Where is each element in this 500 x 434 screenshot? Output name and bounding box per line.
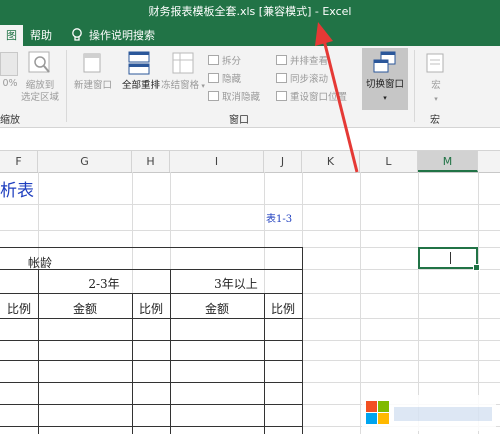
tell-me-search[interactable]: 操作说明搜索 — [83, 25, 161, 46]
hide-label: 隐藏 — [222, 74, 242, 85]
table-reference-label: 表1-3 — [266, 214, 293, 225]
group-zoom-label: 缩放 — [0, 115, 20, 126]
formula-bar-area — [0, 128, 500, 150]
zoom-selection-line2: 选定区域 — [20, 92, 59, 103]
column-header-row: F G H I J K L M — [0, 150, 500, 173]
zoom-100-icon — [0, 52, 18, 76]
title-bar: 财务报表模板全套.xls [兼容模式] - Excel — [0, 0, 500, 22]
split-label: 拆分 — [222, 56, 242, 67]
unhide-icon — [208, 91, 219, 101]
sync-scrolling-button[interactable]: 同步滚动 — [276, 71, 328, 85]
side-by-side-icon — [276, 55, 287, 65]
switch-windows-button[interactable]: 切换窗口 ▾ — [362, 48, 408, 110]
tab-help[interactable]: 帮助 — [24, 25, 58, 46]
column-header-j[interactable]: J — [264, 151, 302, 172]
reset-position-icon — [276, 91, 287, 101]
new-window-icon — [82, 52, 104, 76]
column-header-i[interactable]: I — [170, 151, 264, 172]
side-by-side-label: 并排查看 — [290, 56, 329, 67]
arrange-all-button[interactable]: 全部重排 — [118, 80, 164, 92]
unhide-button[interactable]: 取消隐藏 — [208, 89, 260, 103]
text-cursor — [450, 252, 451, 264]
header-amount: 金额 — [72, 302, 97, 316]
sync-scroll-icon — [276, 73, 287, 83]
switch-windows-icon — [373, 51, 397, 75]
column-header-h[interactable]: H — [132, 151, 170, 172]
header-3-years-plus: 3年以上 — [214, 277, 258, 291]
zoom-selection-line1: 缩放到 — [25, 80, 55, 91]
new-window-button[interactable]: 新建窗口 — [70, 80, 116, 92]
tab-view[interactable]: 图 — [0, 25, 23, 46]
arrange-all-icon — [128, 51, 152, 77]
ribbon-separator — [414, 50, 415, 122]
split-icon — [208, 55, 219, 65]
view-side-by-side-button[interactable]: 并排查看 — [276, 53, 328, 67]
split-button[interactable]: 拆分 — [208, 53, 241, 67]
header-amount: 金额 — [204, 302, 229, 316]
header-account-age: 帐龄 — [27, 256, 52, 270]
header-2-3-years: 2-3年 — [88, 277, 120, 291]
active-cell-selection[interactable] — [418, 247, 480, 271]
ribbon-separator — [66, 50, 67, 122]
watermark-logo — [362, 395, 496, 431]
freeze-panes-icon — [172, 52, 196, 76]
macros-chevron-icon: ▾ — [434, 95, 438, 103]
lightbulb-icon — [70, 27, 84, 43]
header-ratio: 比例 — [138, 302, 163, 316]
unhide-label: 取消隐藏 — [222, 92, 261, 103]
hide-button[interactable]: 隐藏 — [208, 71, 241, 85]
macros-button[interactable]: 宏 — [418, 80, 454, 92]
column-header-next — [478, 151, 500, 172]
column-header-m[interactable]: M — [418, 151, 478, 172]
reset-position-label: 重设窗口位置 — [290, 92, 348, 103]
column-header-f[interactable]: F — [0, 151, 38, 172]
fill-handle[interactable] — [473, 264, 480, 271]
column-header-g[interactable]: G — [38, 151, 132, 172]
reset-window-position-button[interactable]: 重设窗口位置 — [276, 89, 347, 103]
window-title: 财务报表模板全套.xls [兼容模式] - Excel — [148, 5, 352, 18]
header-ratio: 比例 — [270, 302, 295, 316]
ribbon-tab-row: 图 帮助 操作说明搜索 — [0, 22, 500, 46]
column-header-k[interactable]: K — [302, 151, 360, 172]
sync-scroll-label: 同步滚动 — [290, 74, 329, 85]
zoom-to-selection-button[interactable]: 缩放到 选定区域 — [18, 80, 62, 104]
ribbon: 0% 缩放到 选定区域 缩放 新建窗口 全部重排 冻结窗格 ▾ 拆分 隐藏 取消… — [0, 46, 500, 128]
zoom-selection-icon — [28, 51, 52, 75]
freeze-panes-label: 冻结窗格 — [161, 80, 200, 91]
macros-icon — [425, 52, 447, 76]
freeze-panes-button[interactable]: 冻结窗格 ▾ — [160, 80, 206, 92]
hide-icon — [208, 73, 219, 83]
switch-windows-label: 切换窗口 — [365, 79, 404, 90]
group-window-label: 窗口 — [229, 115, 249, 126]
header-ratio: 比例 — [6, 302, 31, 316]
report-title-fragment: 析表 — [0, 181, 34, 201]
switch-windows-chevron-icon: ▾ — [383, 94, 387, 102]
column-header-l[interactable]: L — [360, 151, 418, 172]
zoom-percent[interactable]: 0% — [0, 78, 20, 90]
group-macros-label: 宏 — [430, 115, 440, 126]
